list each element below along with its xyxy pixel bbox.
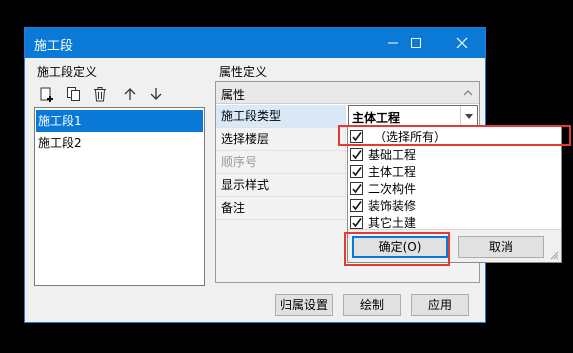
maximize-icon: [411, 38, 421, 48]
close-icon: [456, 37, 468, 49]
segment-definition-label: 施工段定义: [37, 65, 98, 79]
grid-header[interactable]: 属性: [216, 82, 479, 104]
highlight-select-all: [338, 125, 571, 146]
resize-grip-icon: [550, 251, 559, 260]
option-label: 主体工程: [368, 165, 417, 179]
add-icon[interactable]: [38, 85, 56, 103]
checkbox-checked-icon[interactable]: [350, 165, 363, 178]
assign-button[interactable]: 归属设置: [275, 294, 333, 316]
draw-button[interactable]: 绘制: [343, 294, 401, 316]
option-item[interactable]: 二次构件: [350, 180, 416, 197]
option-item[interactable]: 基础工程: [350, 146, 416, 163]
arrow-up-icon[interactable]: [121, 85, 139, 103]
property-definition-label: 属性定义: [219, 65, 268, 79]
title-bar[interactable]: 施工段: [25, 28, 485, 58]
option-item[interactable]: 装饰装修: [350, 197, 416, 214]
copy-icon[interactable]: [65, 85, 83, 103]
property-key: 顺序号: [216, 151, 346, 173]
cancel-button[interactable]: 取消: [458, 236, 544, 258]
property-key: 施工段类型: [216, 105, 346, 127]
delete-icon[interactable]: [91, 85, 109, 103]
list-item[interactable]: 施工段2: [36, 132, 203, 154]
property-key: 选择楼层: [216, 128, 346, 150]
maximize-button[interactable]: [393, 28, 439, 58]
option-label: 基础工程: [368, 148, 417, 162]
option-label: 装饰装修: [368, 199, 417, 213]
property-key: 备注: [216, 197, 346, 219]
grid-header-label: 属性: [221, 88, 246, 102]
property-key: 显示样式: [216, 174, 346, 196]
checkbox-checked-icon[interactable]: [350, 182, 363, 195]
segment-type-combo[interactable]: 主体工程: [348, 105, 478, 127]
checkbox-checked-icon[interactable]: [350, 216, 363, 229]
option-item[interactable]: 主体工程: [350, 163, 416, 180]
close-button[interactable]: [439, 28, 485, 58]
checkbox-checked-icon[interactable]: [350, 199, 363, 212]
apply-button[interactable]: 应用: [411, 294, 469, 316]
window-title: 施工段: [34, 39, 74, 54]
highlight-ok-button: [344, 232, 450, 266]
checkbox-checked-icon[interactable]: [350, 148, 363, 161]
collapse-icon: [463, 90, 473, 96]
option-label: 二次构件: [368, 182, 417, 196]
chevron-down-icon[interactable]: [460, 106, 477, 126]
combo-value: 主体工程: [352, 111, 401, 125]
list-item[interactable]: 施工段1: [36, 110, 203, 132]
arrow-down-icon[interactable]: [147, 85, 165, 103]
segment-list[interactable]: 施工段1 施工段2: [34, 107, 205, 286]
